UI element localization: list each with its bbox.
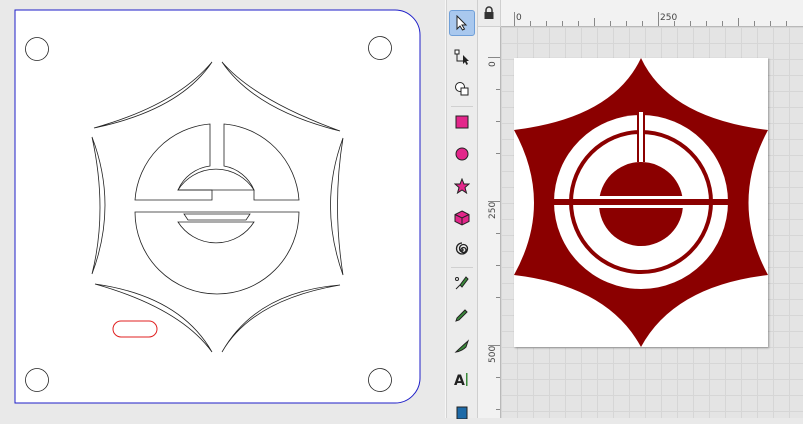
emblem-artwork[interactable] — [514, 58, 768, 347]
selector-tool[interactable] — [449, 10, 475, 36]
selector-arrow-icon — [456, 15, 468, 31]
cut-preview-panel — [0, 0, 445, 418]
lock-icon — [484, 6, 494, 19]
ruler-label-0: 0 — [516, 13, 522, 23]
vruler-label-0: 0 — [488, 61, 498, 67]
star-tool[interactable] — [449, 173, 475, 199]
horizontal-ruler[interactable]: 0 250 — [501, 0, 803, 27]
ruler-label-250: 250 — [660, 13, 678, 23]
gradient-icon — [456, 406, 468, 419]
box-3d-icon — [454, 210, 470, 226]
ellipse-tool[interactable] — [449, 141, 475, 167]
plate-outline — [14, 9, 421, 404]
rectangle-icon — [455, 115, 469, 129]
gradient-tool[interactable] — [449, 398, 475, 424]
box3d-tool[interactable] — [449, 205, 475, 231]
rectangle-tool[interactable] — [449, 109, 475, 135]
pen-icon — [455, 276, 469, 290]
shape-builder-tool[interactable] — [449, 76, 475, 102]
pencil-tool[interactable] — [449, 302, 475, 328]
vruler-label-500: 500 — [488, 345, 498, 363]
toolbox: A — [447, 0, 478, 419]
text-tool[interactable]: A — [449, 366, 475, 392]
pencil-icon — [455, 309, 468, 322]
star-icon — [454, 178, 470, 194]
spiral-tool[interactable] — [449, 237, 475, 263]
emblem-horizontal-bar — [554, 199, 728, 205]
node-edit-icon — [454, 49, 469, 65]
calligraphy-icon — [454, 339, 470, 353]
document-page[interactable] — [514, 58, 768, 347]
text-icon: A — [454, 373, 468, 387]
pen-tool[interactable] — [449, 270, 475, 296]
ellipse-icon — [455, 147, 469, 161]
shape-builder-icon — [455, 82, 469, 96]
horizontal-ruler-ticks — [514, 12, 787, 26]
spiral-icon — [455, 242, 469, 255]
canvas-area: 0 250 0 250 500 — [478, 0, 803, 418]
emblem-disc-gap-2 — [598, 205, 684, 208]
calligraphy-tool[interactable] — [449, 334, 475, 360]
node-tool[interactable] — [449, 44, 475, 70]
emblem-vertical-gap — [639, 112, 643, 162]
cut-preview-drawing — [14, 9, 421, 404]
guide-lock-button[interactable] — [478, 0, 501, 27]
drawing-canvas[interactable] — [501, 27, 803, 418]
vertical-ruler[interactable]: 0 250 500 — [478, 27, 501, 418]
vruler-label-250: 250 — [488, 201, 498, 219]
svg-text:A: A — [454, 373, 465, 387]
emblem-disc-gap — [598, 196, 684, 199]
